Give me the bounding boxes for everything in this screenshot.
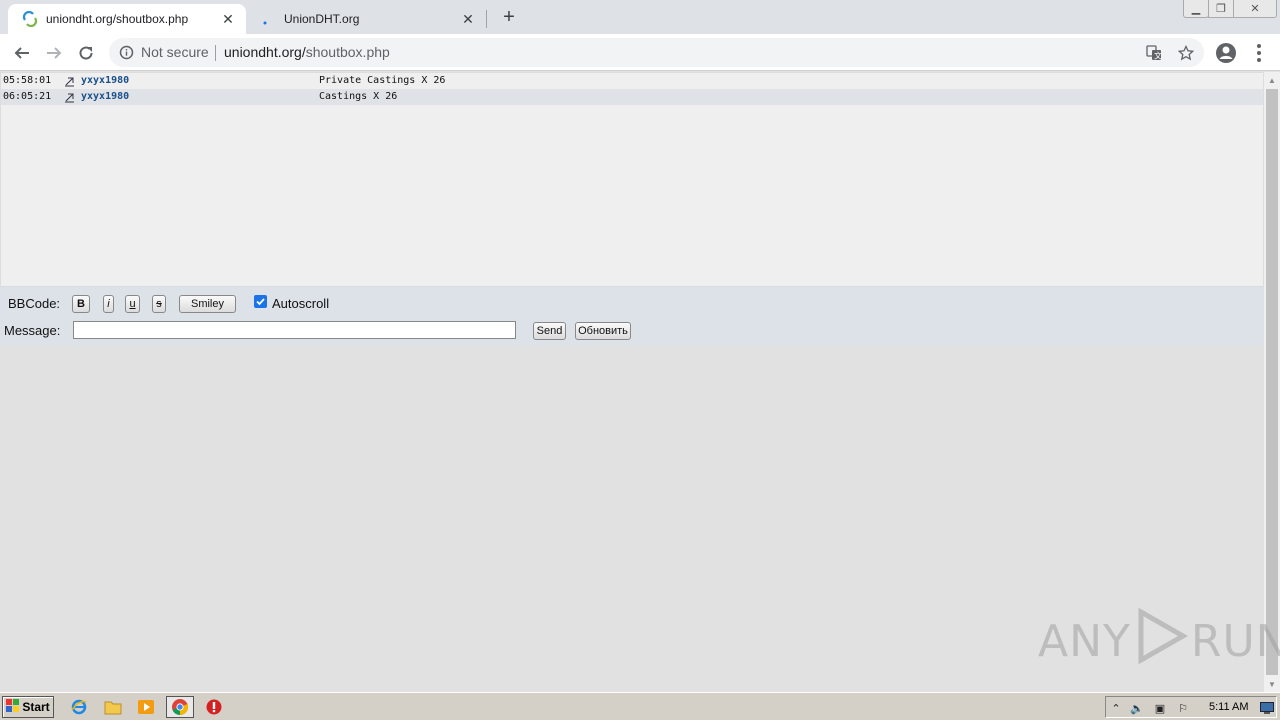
quote-arrow-icon[interactable] [64,76,75,87]
window-restore-button[interactable]: ❐ [1208,0,1234,18]
italic-button[interactable]: i [103,295,114,313]
url-text[interactable]: uniondht.org/shoutbox.php [224,44,390,60]
bold-button[interactable]: B [72,295,90,313]
tab-title: uniondht.org/shoutbox.php [46,12,189,26]
omnibox-divider [215,45,216,61]
svg-text:文: 文 [1154,51,1162,61]
taskbar: Start ⌃ 🔈 ▣ ⚐ 5:11 AM [0,692,1280,720]
chrome-icon[interactable] [166,696,194,718]
new-tab-button[interactable]: + [498,6,520,28]
quote-arrow-icon[interactable] [64,92,75,103]
scroll-down-icon[interactable]: ▼ [1264,676,1280,692]
start-button[interactable]: Start [2,696,54,718]
site-favicon-icon [22,11,38,27]
show-desktop-icon[interactable] [1259,700,1275,716]
start-label: Start [22,700,50,714]
tab-strip: uniondht.org/shoutbox.php ✕ UnionDHT.org… [0,0,1280,34]
url-path: shoutbox.php [305,44,390,60]
tab-close-icon[interactable]: ✕ [220,11,236,27]
play-logo-icon [1131,607,1191,675]
network-icon[interactable]: ▣ [1152,700,1168,716]
page-scrollbar[interactable]: ▲ ▼ [1264,72,1280,692]
profile-avatar-icon[interactable] [1215,42,1237,64]
watermark-right: RUN [1190,616,1280,667]
translate-icon[interactable]: 文 [1145,44,1163,62]
back-arrow-icon[interactable] [11,42,33,64]
system-tray: ⌃ 🔈 ▣ ⚐ 5:11 AM [1105,696,1277,718]
tray-expand-icon[interactable]: ⌃ [1108,700,1124,716]
message-row: 06:05:21 yxyx1980 Castings X 26 [1,89,1263,105]
message-row: 05:58:01 yxyx1980 Private Castings X 26 [1,73,1263,89]
scrollbar-thumb[interactable] [1266,89,1278,675]
browser-toolbar: Not secure uniondht.org/shoutbox.php 文 [0,34,1280,71]
bbcode-label: BBCode: [8,296,61,311]
message-user[interactable]: yxyx1980 [81,91,129,102]
flag-icon[interactable]: ⚐ [1175,700,1191,716]
tab-title: UnionDHT.org [284,12,360,26]
message-input[interactable] [73,321,516,339]
tab-shoutbox[interactable]: uniondht.org/shoutbox.php ✕ [8,4,246,34]
message-time: 06:05:21 [3,91,52,102]
autoscroll-checkbox[interactable] [254,295,267,308]
shoutbox-messages: 05:58:01 yxyx1980 Private Castings X 26 … [0,72,1264,287]
tab-uniondht[interactable]: UnionDHT.org ✕ [246,4,486,34]
page-content: 05:58:01 yxyx1980 Private Castings X 26 … [0,72,1264,692]
anyrun-watermark: ANY RUN [1038,607,1280,675]
windows-logo-icon [6,698,20,716]
send-button[interactable]: Send [533,322,566,340]
underline-button[interactable]: u [125,295,140,313]
strike-button[interactable]: s [152,295,166,313]
bookmark-star-icon[interactable] [1177,44,1195,62]
forward-arrow-icon[interactable] [43,42,65,64]
ie-icon[interactable] [70,698,88,716]
message-time: 05:58:01 [3,75,52,86]
folder-icon[interactable] [104,698,122,716]
clock[interactable]: 5:11 AM [1209,701,1249,713]
message-text: Private Castings X 26 [319,75,446,86]
tab-close-icon[interactable]: ✕ [460,11,476,27]
message-user[interactable]: yxyx1980 [81,75,129,86]
volume-icon[interactable]: 🔈 [1129,700,1145,716]
window-minimize-button[interactable]: ▁ [1183,0,1209,18]
window-close-button[interactable]: ✕ [1233,0,1277,18]
message-label: Message: [4,323,61,338]
reload-icon[interactable] [75,42,97,64]
info-icon[interactable] [119,45,134,60]
kebab-menu-icon[interactable] [1252,42,1266,64]
url-host: uniondht.org/ [224,44,306,60]
shoutbox-controls: BBCode: B i u s Smiley Autoscroll Messag… [0,287,1264,345]
autoscroll-label: Autoscroll [272,296,330,311]
address-bar[interactable]: Not secure uniondht.org/shoutbox.php 文 [109,38,1204,67]
security-status: Not secure [141,44,209,60]
tab-separator [486,10,487,28]
refresh-button[interactable]: Обновить [575,322,631,340]
loading-favicon-icon [260,11,276,27]
watermark-left: ANY [1038,616,1131,667]
media-player-icon[interactable] [137,698,155,716]
scroll-up-icon[interactable]: ▲ [1264,72,1280,88]
message-text: Castings X 26 [319,91,398,102]
stop-icon[interactable] [205,698,223,716]
smiley-button[interactable]: Smiley [179,295,236,313]
